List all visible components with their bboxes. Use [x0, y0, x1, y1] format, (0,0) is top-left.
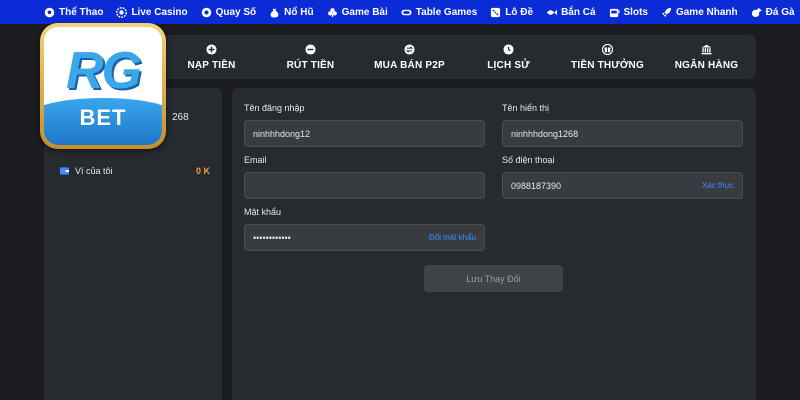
nav-item-lo-de[interactable]: Lô Đề: [490, 7, 533, 18]
table-icon: [401, 9, 412, 15]
tab-label: NẠP TIỀN: [187, 59, 236, 71]
tab-mua-ban-p2p[interactable]: MUA BÁN P2P: [360, 35, 459, 79]
password-label: Mật khẩu: [244, 207, 282, 217]
nav-item-label: Đá Gà: [765, 6, 795, 18]
wallet-amount: 0 K: [195, 166, 210, 176]
nav-item-label: Game Nhanh: [675, 6, 738, 18]
password-field-group: Mật khẩu •••••••••••• Đổi mật khẩu: [244, 207, 485, 251]
nav-item-label: Table Games: [415, 6, 478, 18]
rooster-icon: [751, 7, 762, 17]
tab-label: NGÂN HÀNG: [674, 59, 739, 71]
phone-field-group: Số điện thoại 0988187390 Xác thực: [502, 155, 743, 199]
nav-item-da-ga[interactable]: Đá Gà: [751, 7, 795, 18]
sidebar-item-wallet[interactable]: Ví của tôi 0 K: [60, 166, 210, 176]
minus-circle-icon: [305, 43, 316, 55]
tab-ngan-hang[interactable]: NGÂN HÀNG: [657, 35, 756, 79]
tab-rut-tien[interactable]: RÚT TIỀN: [261, 35, 360, 79]
chip-icon: [116, 6, 128, 18]
phone-label: Số điện thoại: [502, 155, 555, 165]
nav-item-label: Live Casino: [131, 6, 188, 18]
nav-item-label: Slots: [623, 6, 648, 18]
nav-item-live-casino[interactable]: Live Casino: [116, 6, 188, 18]
club-card-icon: [327, 7, 337, 17]
tab-label: RÚT TIỀN: [286, 59, 335, 71]
username-label: Tên đăng nhập: [244, 103, 305, 113]
nav-item-game-bai[interactable]: Game Bài: [327, 7, 388, 18]
logo-bet-text: BET: [79, 105, 127, 130]
dice-icon: [491, 7, 501, 17]
tab-lich-su[interactable]: LỊCH SỬ: [459, 35, 558, 79]
nav-item-ban-ca[interactable]: Bắn Cá: [546, 6, 596, 18]
logo-rg-text: RG: [66, 42, 142, 100]
verify-phone-link[interactable]: Xác thực: [702, 181, 734, 190]
account-form-panel: Tên đăng nhập ninhhhdong12 Tên hiển thị …: [232, 88, 756, 400]
bank-icon: [701, 44, 712, 54]
wallet-icon: [60, 167, 69, 175]
password-field[interactable]: •••••••••••• Đổi mật khẩu: [244, 224, 485, 251]
tab-nap-tien[interactable]: NẠP TIỀN: [162, 35, 261, 79]
money-bag-icon: [270, 8, 279, 18]
wallet-label: Ví của tôi: [75, 166, 113, 176]
wallet-label-group: Ví của tôi: [60, 166, 113, 176]
nav-item-no-hu[interactable]: Nổ Hũ: [269, 6, 314, 18]
account-tabbar: NẠP TIỀN RÚT TIỀN MUA BÁN P2P LỊCH SỬ TI…: [162, 35, 756, 79]
display-name-field-group: Tên hiển thị ninhhhdong1268: [502, 103, 743, 147]
display-name-field[interactable]: ninhhhdong1268: [502, 120, 743, 147]
save-changes-button[interactable]: Lưu Thay Đổi: [424, 265, 563, 292]
nav-item-table-games[interactable]: Table Games: [401, 6, 478, 18]
rocket-icon: [661, 7, 672, 17]
lottery-ball-icon: [201, 7, 211, 17]
nav-item-quay-so[interactable]: Quay Số: [201, 6, 257, 18]
username-value: ninhhhdong12: [253, 128, 311, 139]
change-password-link[interactable]: Đổi mật khẩu: [429, 233, 476, 242]
sidebar-username: 268: [172, 112, 189, 123]
soccer-icon: [44, 7, 55, 17]
phone-field[interactable]: 0988187390 Xác thực: [502, 172, 743, 199]
email-label: Email: [244, 155, 267, 165]
logo-inner: RG BET: [44, 27, 162, 145]
display-name-label: Tên hiển thị: [502, 103, 550, 113]
password-value: ••••••••••••: [253, 232, 291, 243]
display-name-value: ninhhhdong1268: [511, 128, 579, 139]
nav-item-label: Thể Thao: [59, 6, 104, 18]
fish-icon: [546, 9, 558, 15]
nav-item-the-thao[interactable]: Thể Thao: [44, 7, 103, 18]
tab-label: LỊCH SỬ: [487, 59, 530, 71]
rgbet-logo: RG BET: [40, 23, 166, 149]
nav-item-label: Nổ Hũ: [284, 6, 314, 18]
slot-machine-icon: [609, 8, 619, 17]
email-field-group: Email: [244, 155, 485, 199]
username-field[interactable]: ninhhhdong12: [244, 120, 485, 147]
username-field-group: Tên đăng nhập ninhhhdong12: [244, 103, 485, 147]
plus-circle-icon: [206, 43, 217, 55]
swap-icon: [404, 43, 415, 55]
email-field[interactable]: [244, 172, 485, 199]
tab-label: MUA BÁN P2P: [374, 59, 445, 71]
gift-icon: [602, 43, 613, 55]
phone-value: 0988187390: [511, 180, 562, 191]
top-nav: Thể Thao Live Casino Quay Số Nổ Hũ Game …: [0, 0, 800, 24]
nav-item-label: Game Bài: [341, 6, 388, 18]
nav-item-game-nhanh[interactable]: Game Nhanh: [661, 7, 738, 18]
nav-item-label: Lô Đề: [505, 6, 534, 18]
clock-icon: [503, 43, 514, 55]
tab-tien-thuong[interactable]: TIỀN THƯỞNG: [558, 35, 657, 79]
nav-item-label: Bắn Cá: [561, 6, 596, 18]
nav-item-slots[interactable]: Slots: [609, 7, 648, 18]
nav-item-label: Quay Số: [215, 6, 257, 18]
tab-label: TIỀN THƯỞNG: [571, 59, 644, 71]
